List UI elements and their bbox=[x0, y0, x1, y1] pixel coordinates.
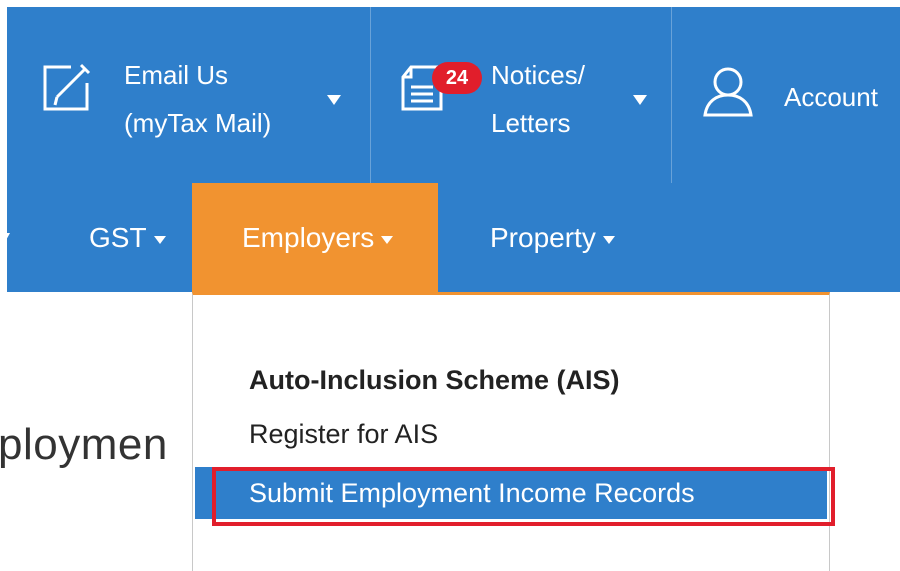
highlight-annotation-box bbox=[212, 467, 835, 526]
nav-item-gst[interactable]: GST bbox=[89, 183, 166, 292]
notices-label: Notices/ bbox=[491, 60, 585, 90]
letters-label: Letters bbox=[491, 108, 571, 138]
page-heading-fragment: ploymen bbox=[0, 420, 168, 469]
chevron-down-icon bbox=[153, 235, 166, 244]
chevron-down-icon bbox=[381, 235, 394, 244]
chevron-down-icon bbox=[633, 95, 647, 105]
account-label: Account bbox=[784, 82, 878, 112]
menu-section-heading: Auto-Inclusion Scheme (AIS) bbox=[249, 365, 620, 395]
nav-item-employers[interactable]: Employers bbox=[192, 183, 438, 292]
edit-icon bbox=[41, 63, 91, 118]
email-us-button[interactable]: Email Us (myTax Mail) bbox=[7, 7, 370, 183]
account-button[interactable]: Account bbox=[672, 7, 900, 183]
notification-badge: 24 bbox=[432, 62, 482, 94]
main-nav: GST Employers Property bbox=[7, 183, 900, 292]
chevron-down-icon[interactable] bbox=[0, 233, 10, 242]
chevron-down-icon bbox=[327, 95, 341, 105]
menu-item-register-ais[interactable]: Register for AIS bbox=[249, 419, 438, 450]
notices-letters-button[interactable]: Notices/ Letters bbox=[371, 7, 671, 183]
nav-item-property[interactable]: Property bbox=[490, 183, 615, 292]
nav-item-label: GST bbox=[89, 222, 147, 253]
nav-item-label: Employers bbox=[242, 222, 375, 253]
employers-dropdown-menu: Auto-Inclusion Scheme (AIS) Register for… bbox=[192, 292, 830, 571]
email-us-sublabel: (myTax Mail) bbox=[124, 108, 272, 138]
email-us-label: Email Us bbox=[124, 60, 229, 90]
user-icon bbox=[702, 65, 754, 122]
page: Email Us (myTax Mail) Notices/ Letters A… bbox=[0, 0, 900, 571]
top-header: Email Us (myTax Mail) Notices/ Letters A… bbox=[7, 7, 900, 183]
nav-item-label: Property bbox=[490, 222, 596, 253]
chevron-down-icon bbox=[602, 235, 615, 244]
